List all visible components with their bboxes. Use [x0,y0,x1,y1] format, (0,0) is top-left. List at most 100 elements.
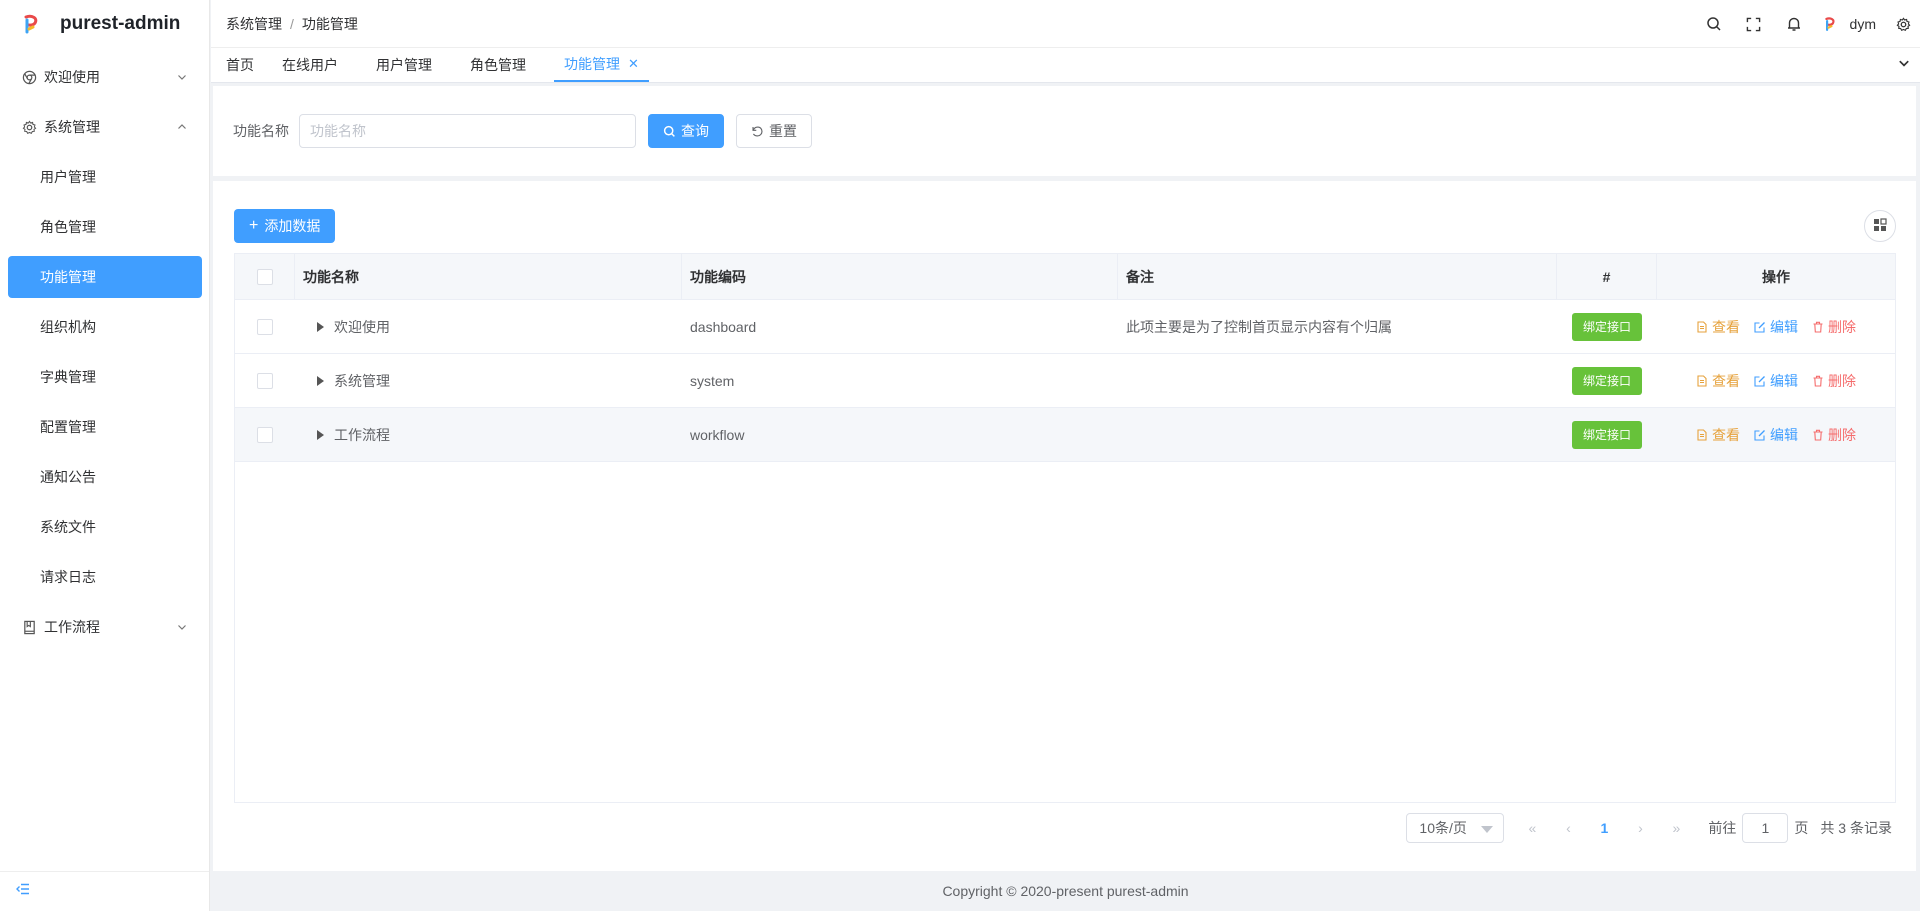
column-header: 功能名称 [295,254,682,299]
tab-functions[interactable]: 功能管理 ✕ [554,49,649,82]
bind-api-button[interactable]: 绑定接口 [1571,312,1642,341]
edit-button[interactable]: 编辑 [1754,317,1798,337]
actions-cell: 查看 编辑 删除 [1657,354,1895,407]
select-all-checkbox[interactable] [256,268,273,285]
bind-api-button[interactable]: 绑定接口 [1571,366,1642,395]
page-size-select[interactable]: 10条/页 [1406,813,1505,843]
sidebar-item-organization[interactable]: 组织机构 [0,302,209,352]
tab-users[interactable]: 用户管理 [352,49,456,82]
edit-icon [1754,429,1766,441]
function-code: system [690,372,735,389]
app-title: purest-admin [60,13,181,34]
breadcrumb-item[interactable]: 系统管理 [226,14,282,34]
table-row[interactable]: 系统管理 system 绑定接口 查看 编辑 删除 [235,354,1895,408]
fullscreen-icon[interactable] [1734,0,1774,48]
prev-page-icon[interactable]: ‹ [1550,813,1586,843]
delete-label: 删除 [1828,318,1856,335]
page-number[interactable]: 1 [1586,813,1622,843]
collapse-sidebar-icon[interactable] [16,882,30,899]
edit-label: 编辑 [1770,426,1798,443]
sidebar-item-request-logs[interactable]: 请求日志 [0,552,209,602]
expand-arrow-icon[interactable] [317,321,324,332]
chevron-down-icon [177,619,187,635]
bell-icon[interactable] [1774,0,1814,48]
sidebar-group-welcome[interactable]: 欢迎使用 [0,52,209,102]
bind-api-button[interactable]: 绑定接口 [1571,420,1642,449]
remark: 此项主要是为了控制首页显示内容有个归属 [1126,318,1392,335]
breadcrumb-item: 功能管理 [301,15,358,32]
sidebar-item-files[interactable]: 系统文件 [0,502,209,552]
bind-cell: 绑定接口 [1557,408,1657,461]
view-button[interactable]: 查看 [1696,317,1740,337]
tab-roles[interactable]: 角色管理 [456,49,554,82]
trash-icon [1812,321,1824,333]
delete-button[interactable]: 删除 [1812,371,1856,391]
row-checkbox[interactable] [257,318,273,335]
edit-icon [1754,375,1766,387]
column-settings-button[interactable] [1864,210,1896,242]
query-button[interactable]: 查询 [648,114,724,148]
tab-home[interactable]: 首页 [211,49,268,82]
bind-cell: 绑定接口 [1557,300,1657,353]
tab-label: 用户管理 [376,57,432,73]
search-form: 功能名称 查询 重置 [213,86,1916,176]
row-select-cell [235,408,295,461]
close-icon[interactable]: ✕ [628,56,639,72]
expand-arrow-icon[interactable] [317,429,324,440]
chrome-icon [20,68,38,86]
caret-down-icon [1481,826,1494,833]
row-checkbox[interactable] [257,372,273,389]
reset-label: 重置 [769,123,797,139]
table-card: + 添加数据 功能名称 功能编码 备注 # 操作 欢迎使用 dashboard … [213,181,1916,871]
tab-label: 角色管理 [470,57,526,73]
sidebar-item-dictionary[interactable]: 字典管理 [0,352,209,402]
sidebar-menu: 欢迎使用 系统管理 用户管理 角色管理 功能管理 组织机构 字典管理 配置管理 … [0,52,209,652]
name-cell: 工作流程 [295,408,682,461]
remark [1118,408,1557,461]
tab-label: 功能管理 [564,56,620,72]
sidebar-item-config[interactable]: 配置管理 [0,402,209,452]
sidebar-item-notices[interactable]: 通知公告 [0,452,209,502]
chevron-down-icon[interactable] [1898,56,1910,72]
name-cell: 系统管理 [295,354,682,407]
edit-button[interactable]: 编辑 [1754,371,1798,391]
function-name-input[interactable] [299,114,636,148]
column-header: 操作 [1762,268,1790,285]
first-page-icon[interactable]: « [1514,813,1550,843]
expand-arrow-icon[interactable] [317,375,324,386]
sidebar-item-functions[interactable]: 功能管理 [8,256,202,298]
tab-online-users[interactable]: 在线用户 [268,49,352,82]
goto-prefix: 前往 [1708,820,1737,836]
next-page-icon[interactable]: › [1622,813,1658,843]
logo[interactable]: purest-admin [0,0,209,48]
footer: Copyright © 2020-present purest-admin [211,871,1920,911]
sidebar-group-label: 系统管理 [44,119,100,135]
row-checkbox[interactable] [257,426,273,443]
table-header: 功能名称 功能编码 备注 # 操作 [235,254,1895,300]
user-menu[interactable]: dym [1814,16,1886,32]
delete-button[interactable]: 删除 [1812,317,1856,337]
reset-button[interactable]: 重置 [736,114,812,148]
sidebar-item-roles[interactable]: 角色管理 [0,202,209,252]
select-all-cell [235,254,295,299]
view-button[interactable]: 查看 [1696,425,1740,445]
table-row[interactable]: 欢迎使用 dashboard 此项主要是为了控制首页显示内容有个归属 绑定接口 … [235,300,1895,354]
view-button[interactable]: 查看 [1696,371,1740,391]
edit-button[interactable]: 编辑 [1754,425,1798,445]
sidebar: purest-admin 欢迎使用 系统管理 用户管理 角色管理 功能管理 组织… [0,0,210,911]
search-icon[interactable] [1694,0,1734,48]
table-row[interactable]: 工作流程 workflow 绑定接口 查看 编辑 删除 [235,408,1895,462]
goto-suffix: 页 [1794,820,1809,836]
search-label: 功能名称 [233,123,289,139]
delete-label: 删除 [1828,426,1856,443]
tab-label: 在线用户 [282,57,338,73]
sidebar-footer [0,871,209,911]
sidebar-item-users[interactable]: 用户管理 [0,152,209,202]
settings-icon[interactable] [1886,0,1920,48]
sidebar-group-system[interactable]: 系统管理 [0,102,209,152]
last-page-icon[interactable]: » [1658,813,1694,843]
sidebar-group-workflow[interactable]: 工作流程 [0,602,209,652]
goto-page-input[interactable] [1742,813,1789,843]
delete-button[interactable]: 删除 [1812,425,1856,445]
add-data-button[interactable]: + 添加数据 [234,209,336,243]
